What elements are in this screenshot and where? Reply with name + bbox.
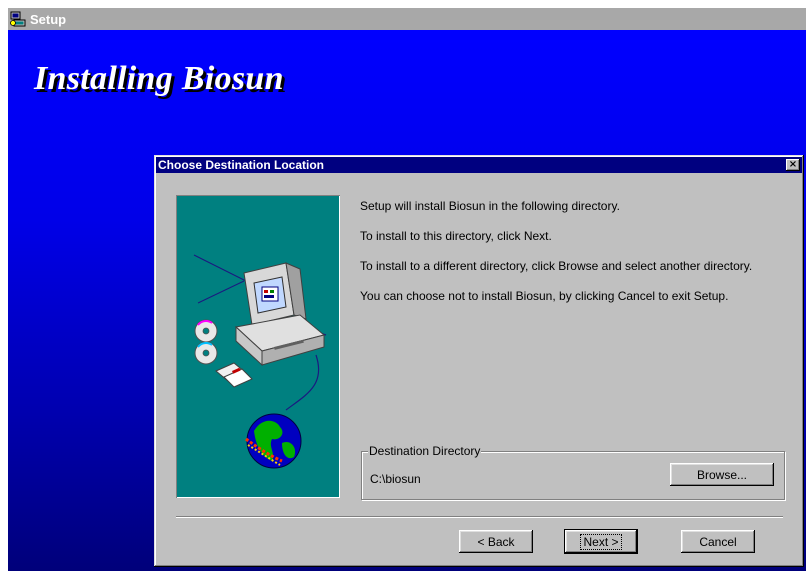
- next-instruction: To install to this directory, click Next…: [360, 229, 552, 243]
- next-button[interactable]: Next >: [565, 530, 637, 553]
- choose-destination-dialog: Choose Destination Location × Setup will…: [154, 155, 804, 567]
- cancel-instruction: You can choose not to install Biosun, by…: [360, 289, 729, 303]
- computer-cd-globe-illustration-svg: [193, 254, 327, 469]
- intro-message: Setup will install Biosun in the followi…: [360, 199, 620, 213]
- back-button-label: < Back: [477, 534, 515, 549]
- dialog-titlebar[interactable]: Choose Destination Location ×: [156, 157, 802, 173]
- cancel-button-label: Cancel: [699, 534, 737, 549]
- setup-window: Setup Installing Biosun Choose Destinati…: [8, 8, 806, 571]
- destination-directory-group: Destination Directory C:\biosun Browse..…: [361, 444, 785, 500]
- dialog-title: Choose Destination Location: [158, 158, 325, 172]
- browse-button-label: Browse...: [696, 467, 747, 482]
- cancel-button[interactable]: Cancel: [681, 530, 755, 553]
- dialog-close-button[interactable]: ×: [786, 159, 800, 171]
- setup-app-icon: [10, 11, 26, 27]
- setup-window-title: Setup: [30, 11, 67, 27]
- dialog-separator: [176, 516, 783, 518]
- browse-instruction: To install to a different directory, cli…: [360, 259, 753, 273]
- setup-titlebar[interactable]: Setup: [8, 8, 806, 30]
- installer-heading: Installing Biosun: [34, 60, 284, 97]
- back-button[interactable]: < Back: [459, 530, 533, 553]
- browse-button[interactable]: Browse...: [670, 463, 774, 486]
- next-button-label: Next >: [580, 533, 622, 550]
- destination-path: C:\biosun: [370, 472, 421, 486]
- close-icon: ×: [788, 159, 798, 170]
- destination-directory-label: Destination Directory: [368, 444, 482, 458]
- setup-illustration: [176, 195, 340, 498]
